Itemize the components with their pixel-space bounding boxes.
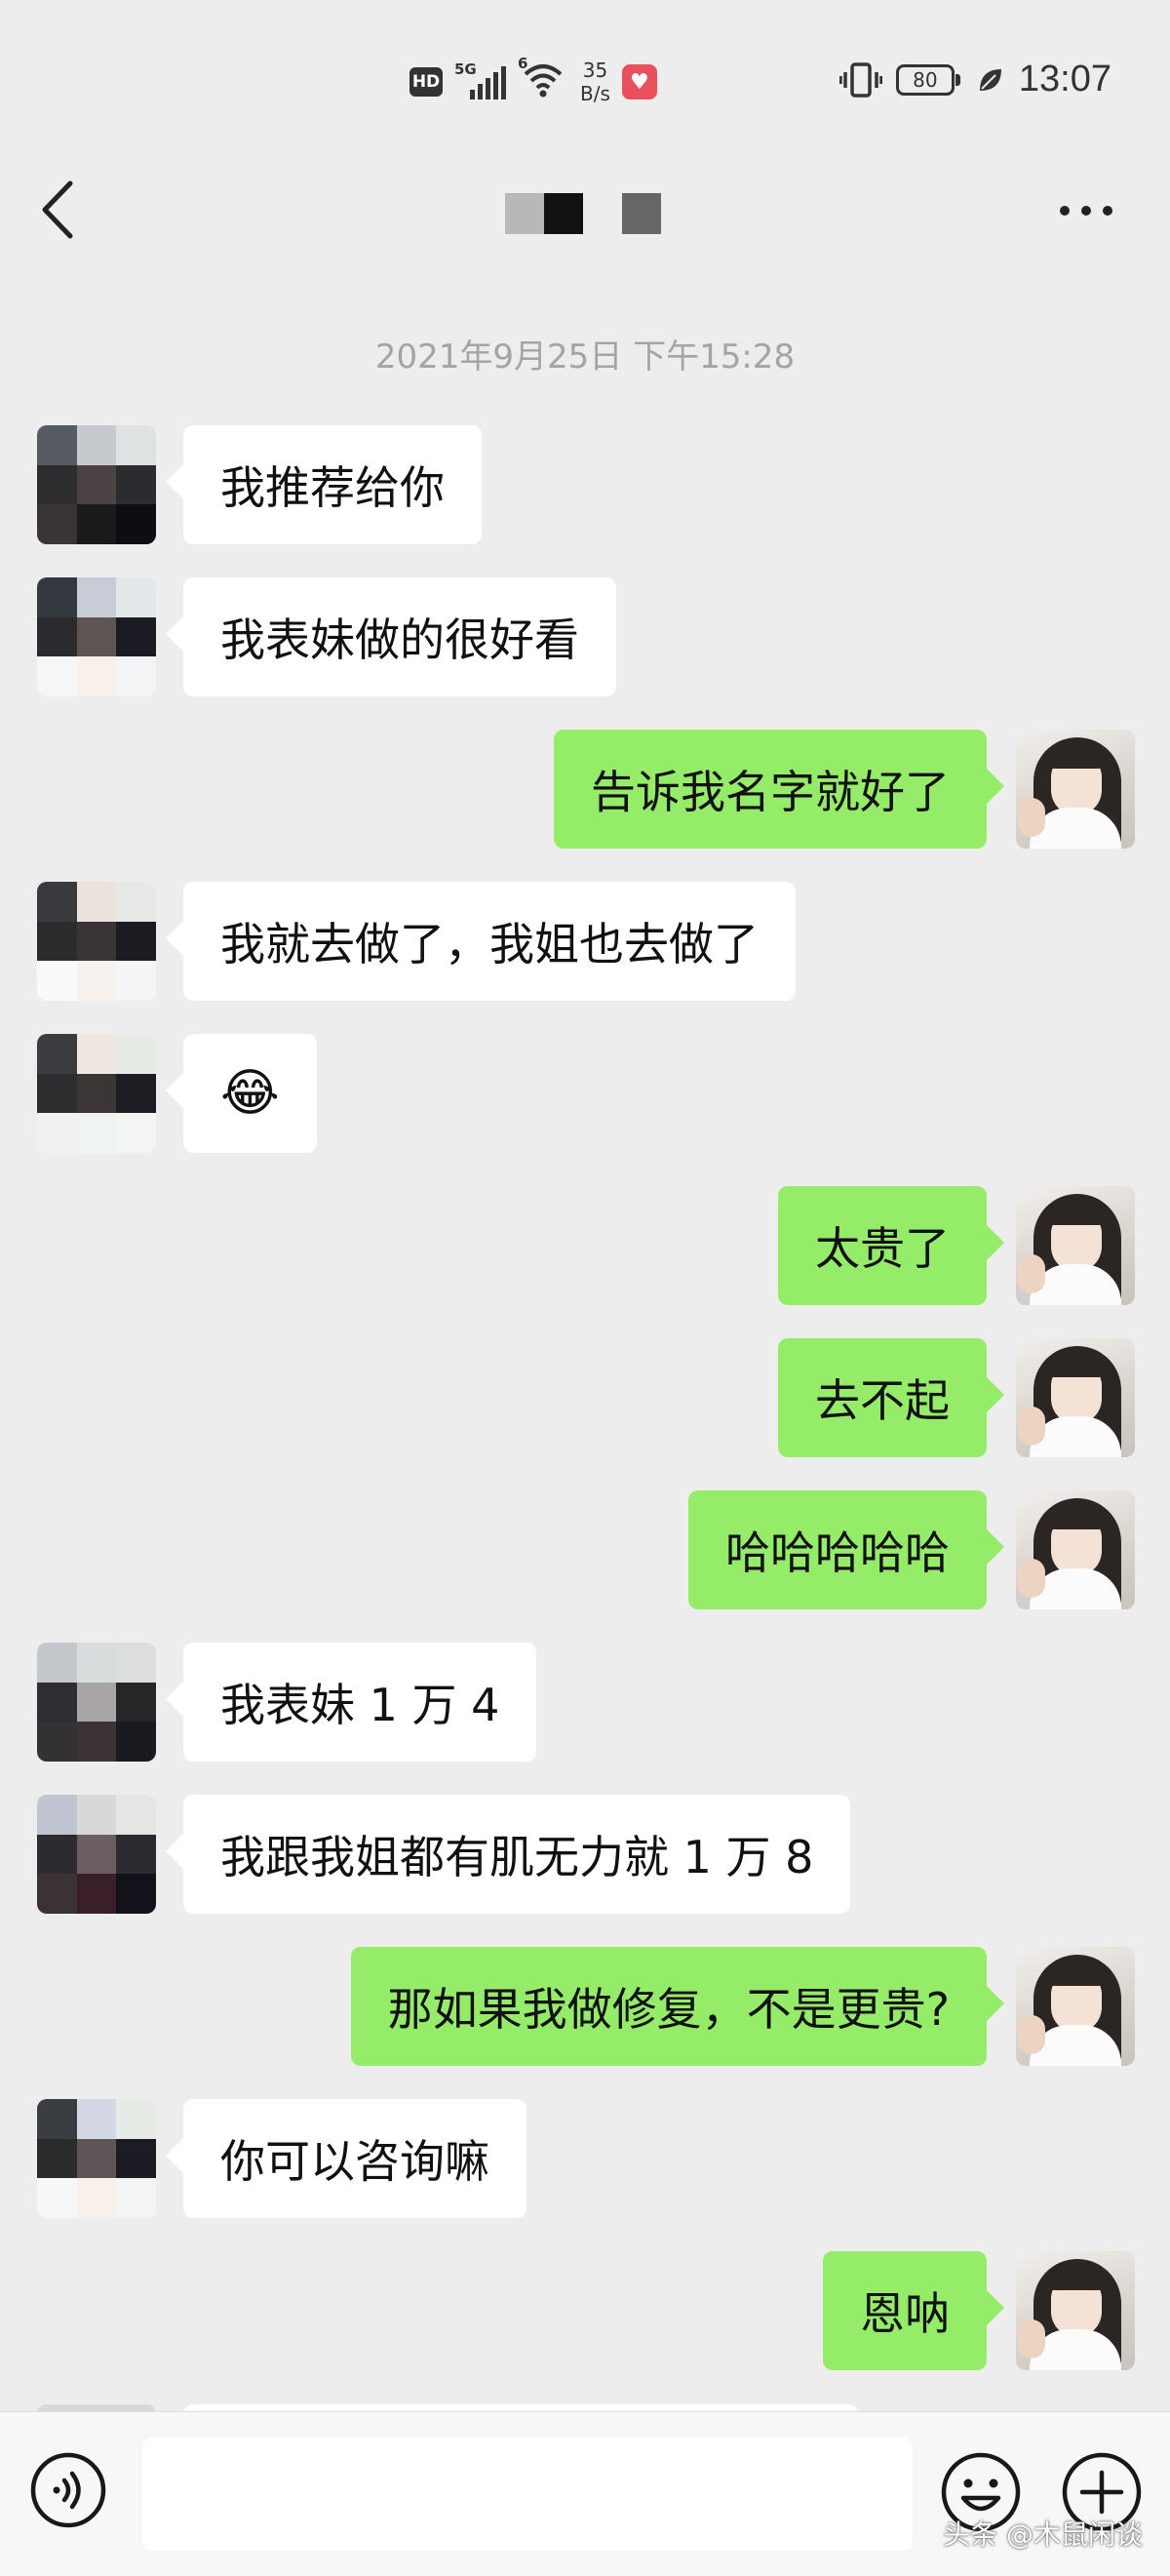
my-avatar[interactable] [1016, 2251, 1135, 2370]
more-horizontal-icon[interactable] [1057, 199, 1115, 222]
my-avatar[interactable] [1016, 1947, 1135, 2066]
vibrate-icon [838, 61, 882, 98]
my-avatar[interactable] [1016, 1490, 1135, 1609]
message-text: 哈哈哈哈哈 [725, 1526, 950, 1579]
incoming-message-bubble[interactable]: 我就去做了，我姐也去做了 [166, 882, 796, 1001]
message-input[interactable] [142, 2437, 913, 2551]
clock: 13:07 [1018, 59, 1112, 99]
contact-avatar-obscured[interactable] [37, 425, 156, 544]
message-text: 去不起 [815, 1374, 950, 1427]
message-row: 那如果我做修复，不是更贵? [0, 1947, 1170, 2066]
message-text: 告诉我名字就好了 [591, 766, 950, 818]
status-right: 80 13:07 [838, 59, 1112, 100]
contact-avatar-obscured[interactable] [37, 1034, 156, 1153]
outgoing-message-bubble[interactable]: 哈哈哈哈哈 [688, 1490, 1004, 1609]
contact-avatar-obscured[interactable] [37, 882, 156, 1001]
message-text: 我就去做了，我姐也去做了 [220, 918, 759, 971]
outgoing-message-bubble[interactable]: 恩呐 [823, 2251, 1004, 2370]
message-text: 我跟我姐都有肌无力就 1 万 8 [220, 1831, 814, 1883]
network-speed: 35 B/s [580, 59, 610, 105]
battery-icon: 80 [895, 63, 960, 96]
message-row: 去不起 [0, 1338, 1170, 1457]
wifi-6-label: 6 [518, 55, 528, 72]
message-text: 我表妹做的很好看 [220, 614, 579, 666]
contact-avatar-obscured[interactable] [37, 577, 156, 696]
outgoing-message-bubble[interactable]: 去不起 [778, 1338, 1004, 1457]
message-text: 😂 [220, 1064, 280, 1123]
leaf-icon [979, 68, 1001, 91]
my-avatar[interactable] [1016, 1186, 1135, 1305]
incoming-message-bubble[interactable]: 你可以咨询嘛 [166, 2099, 526, 2218]
outgoing-message-bubble[interactable]: 太贵了 [778, 1186, 1004, 1305]
watermark: 头条 @木鼠闲谈 [943, 2518, 1143, 2551]
battery-level: 80 [913, 67, 938, 92]
signal-5g-label: 5G [454, 60, 477, 78]
message-text: 太贵了 [815, 1222, 950, 1275]
message-row: 我表妹做的很好看 [0, 577, 1170, 696]
incoming-message-bubble[interactable]: 我跟我姐都有肌无力就 1 万 8 [165, 1795, 851, 1914]
message-row: 太贵了 [0, 1186, 1170, 1305]
input-bar: 头条 @木鼠闲谈 [0, 2411, 1170, 2576]
message-row: 我跟我姐都有肌无力就 1 万 8 [0, 1795, 1170, 1914]
message-row: 😂 [0, 1034, 1170, 1153]
incoming-message-bubble[interactable]: 我表妹做的很好看 [166, 577, 616, 696]
message-row: 我表妹 1 万 4 [0, 1643, 1170, 1762]
my-avatar[interactable] [1016, 730, 1135, 849]
message-row: 告诉我名字就好了 [0, 730, 1170, 849]
message-text: 我表妹 1 万 4 [220, 1679, 500, 1731]
chat-title-obscured [505, 193, 661, 234]
message-row: 恩呐 [0, 2251, 1170, 2370]
message-text: 恩呐 [860, 2287, 950, 2340]
chevron-left-icon[interactable] [35, 176, 82, 244]
speed-value: 35 [582, 59, 608, 82]
message-row: 我就去做了，我姐也去做了 [0, 882, 1170, 1001]
message-text: 我推荐给你 [220, 461, 445, 514]
status-bar: HD 5G 6 35 B/s ♥ 80 13:07 [0, 0, 1170, 146]
incoming-message-bubble[interactable]: 我表妹 1 万 4 [165, 1643, 537, 1762]
health-heart-icon: ♥ [621, 64, 657, 99]
message-text: 你可以咨询嘛 [220, 2135, 489, 2188]
message-row: 你可以咨询嘛 [0, 2099, 1170, 2218]
speed-unit: B/s [580, 82, 610, 105]
contact-avatar-obscured[interactable] [37, 1643, 156, 1762]
contact-avatar-obscured[interactable] [37, 1795, 156, 1914]
hd-badge: HD [410, 67, 443, 97]
contact-avatar-obscured[interactable] [37, 2099, 156, 2218]
message-row: 我推荐给你 [0, 425, 1170, 544]
voice-icon[interactable] [29, 2451, 107, 2529]
my-avatar[interactable] [1016, 1338, 1135, 1457]
message-row: 哈哈哈哈哈 [0, 1490, 1170, 1609]
chat-timestamp: 2021年9月25日 下午15:28 [374, 337, 796, 376]
wifi-icon: 6 [518, 55, 568, 103]
status-left: HD 5G 6 35 B/s ♥ [410, 55, 657, 105]
incoming-message-bubble[interactable]: 我推荐给你 [166, 425, 482, 544]
outgoing-message-bubble[interactable]: 那如果我做修复，不是更贵? [350, 1947, 1005, 2066]
outgoing-message-bubble[interactable]: 告诉我名字就好了 [554, 730, 1004, 849]
signal-5g-icon: 5G [454, 60, 506, 99]
message-text: 那如果我做修复，不是更贵? [387, 1983, 950, 2036]
incoming-message-bubble[interactable]: 😂 [166, 1034, 317, 1153]
